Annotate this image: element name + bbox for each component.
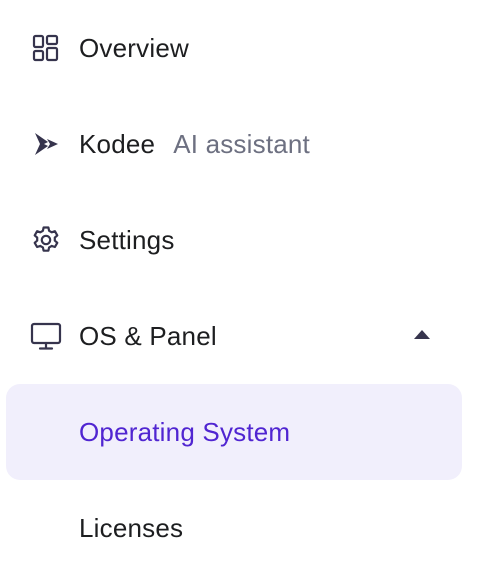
- nav-subitem-licenses[interactable]: Licenses: [6, 480, 462, 576]
- nav-item-label-group: Kodee AI assistant: [79, 96, 310, 192]
- nav-item-settings[interactable]: Settings: [6, 192, 462, 288]
- kodee-icon: [30, 128, 62, 160]
- sidebar-nav: Overview Kodee AI assistant Settings OS …: [0, 0, 484, 580]
- nav-item-os-panel[interactable]: OS & Panel: [6, 288, 462, 384]
- nav-item-label: Settings: [79, 225, 175, 255]
- monitor-icon: [30, 320, 62, 352]
- nav-item-label: Overview: [79, 33, 189, 63]
- nav-item-label: Kodee: [79, 129, 156, 159]
- nav-item-sublabel: AI assistant: [173, 129, 310, 159]
- overview-grid-icon: [30, 32, 62, 64]
- nav-subitem-operating-system[interactable]: Operating System: [6, 384, 462, 480]
- nav-subitem-label: Operating System: [79, 417, 291, 447]
- gear-icon: [30, 224, 62, 256]
- nav-item-overview[interactable]: Overview: [6, 0, 462, 96]
- caret-up-icon[interactable]: [414, 330, 430, 339]
- nav-subitem-label: Licenses: [79, 513, 184, 543]
- nav-item-kodee[interactable]: Kodee AI assistant: [6, 96, 462, 192]
- nav-item-label: OS & Panel: [79, 321, 217, 351]
